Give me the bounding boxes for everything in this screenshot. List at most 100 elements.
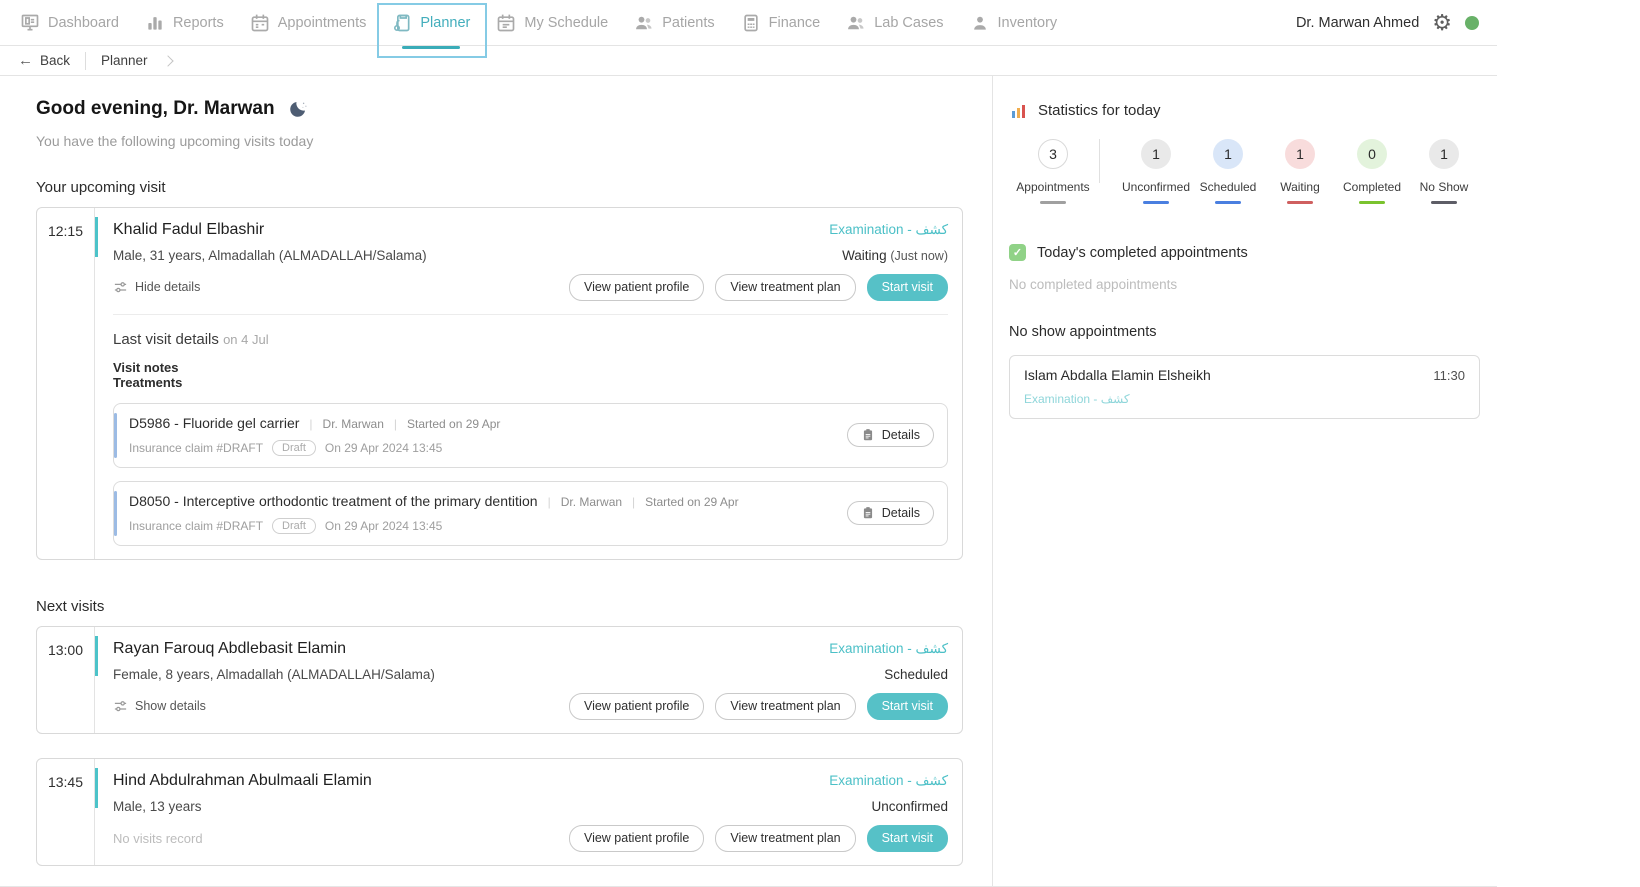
back-button[interactable]: ← Back — [18, 52, 70, 69]
no-visits-record: No visits record — [113, 831, 203, 846]
stat-waiting: 1 Waiting — [1264, 139, 1336, 204]
nav-tab-label: Inventory — [998, 15, 1058, 31]
nav-tab-patients[interactable]: Patients — [634, 13, 714, 33]
patient-name: Rayan Farouq Abdlebasit Elamin — [113, 640, 346, 658]
inventory-icon — [970, 13, 990, 33]
nav-tab-lab-cases[interactable]: Lab Cases — [846, 13, 943, 33]
patient-demographics: Female, 8 years, Almadallah (ALMADALLAH/… — [113, 667, 435, 682]
visit-status: Waiting (Just now) — [842, 248, 948, 263]
online-status-dot — [1465, 16, 1479, 30]
details-label: Details — [882, 428, 920, 442]
stat-label: Scheduled — [1200, 180, 1257, 194]
stat-unconfirmed: 1 Unconfirmed — [1120, 139, 1192, 204]
view-treatment-plan-button[interactable]: View treatment plan — [715, 693, 855, 720]
breadcrumb: ← Back Planner — [0, 46, 1497, 76]
check-icon: ✓ — [1009, 244, 1026, 261]
stat-value: 1 — [1285, 139, 1315, 169]
nav-tab-label: Lab Cases — [874, 15, 943, 31]
stat-underline — [1143, 201, 1169, 204]
nav-tab-my-schedule[interactable]: My Schedule — [496, 13, 608, 33]
toggle-label: Hide details — [135, 280, 200, 294]
settings-gear-icon[interactable]: ⚙ — [1432, 12, 1452, 34]
planner-column: Good evening, Dr. Marwan You have the fo… — [0, 76, 992, 886]
breadcrumb-divider — [85, 52, 86, 70]
nav-tab-finance[interactable]: Finance — [741, 13, 821, 33]
nav-tab-reports[interactable]: Reports — [145, 13, 224, 33]
breadcrumb-current: Planner — [101, 53, 148, 68]
top-navigation: Dashboard Reports Appointments Planner — [0, 0, 1497, 46]
nav-tab-label: Appointments — [278, 15, 367, 31]
nav-tab-inventory[interactable]: Inventory — [970, 13, 1058, 33]
visit-card: 13:45 Hind Abdulrahman Abulmaali Elamin … — [36, 758, 963, 866]
tune-icon — [113, 280, 128, 295]
moon-icon — [287, 99, 308, 120]
schedule-icon — [496, 13, 516, 33]
user-name: Dr. Marwan Ahmed — [1296, 15, 1419, 31]
nav-tab-dashboard[interactable]: Dashboard — [20, 13, 119, 33]
start-visit-button[interactable]: Start visit — [867, 825, 948, 852]
nav-tab-label: Dashboard — [48, 15, 119, 31]
planner-page: Dashboard Reports Appointments Planner — [0, 0, 1497, 887]
start-visit-button[interactable]: Start visit — [867, 693, 948, 720]
nav-tab-planner[interactable]: Planner — [392, 13, 470, 33]
last-visit-details: Last visit details on 4 Jul Visit notes … — [113, 314, 948, 546]
visit-card: 13:00 Rayan Farouq Abdlebasit Elamin Exa… — [36, 626, 963, 734]
toggle-label: Show details — [135, 699, 206, 713]
details-label: Details — [882, 506, 920, 520]
calendar-icon — [250, 13, 270, 33]
visit-card: 12:15 Khalid Fadul Elbashir Examination … — [36, 207, 963, 560]
show-details-toggle[interactable]: Show details — [113, 699, 206, 714]
clipboard-icon — [861, 428, 875, 442]
patient-demographics: Male, 13 years — [113, 799, 202, 814]
stat-completed: 0 Completed — [1336, 139, 1408, 204]
separator: | — [632, 495, 635, 509]
view-patient-profile-button[interactable]: View patient profile — [569, 274, 704, 301]
no-show-appointment-card: Islam Abdalla Elamin Elsheikh 11:30 Exam… — [1009, 355, 1480, 419]
treatment-card: D5986 - Fluoride gel carrier | Dr. Marwa… — [113, 403, 948, 468]
view-treatment-plan-button[interactable]: View treatment plan — [715, 825, 855, 852]
nav-tab-label: My Schedule — [524, 15, 608, 31]
separator: | — [548, 495, 551, 509]
visit-status: Scheduled — [884, 667, 948, 682]
visit-time: 12:15 — [37, 208, 95, 559]
stat-underline — [1215, 201, 1241, 204]
visit-type: Examination - كشف — [829, 222, 948, 238]
page-title: Good evening, Dr. Marwan — [36, 98, 275, 120]
visit-status: Unconfirmed — [871, 799, 948, 814]
stat-label: Waiting — [1280, 180, 1320, 194]
finance-icon — [741, 13, 761, 33]
upcoming-section-title: Your upcoming visit — [36, 179, 963, 196]
statistics-row: 3 Appointments 1 Unconfirmed 1 Scheduled… — [1011, 139, 1480, 204]
no-show-patient-name: Islam Abdalla Elamin Elsheikh — [1024, 367, 1211, 383]
treatment-started: Started on 29 Apr — [645, 495, 738, 509]
treatment-details-button[interactable]: Details — [847, 501, 934, 525]
treatment-title: D5986 - Fluoride gel carrier — [129, 415, 299, 431]
breadcrumb-chevron-icon — [162, 55, 173, 66]
stat-value: 3 — [1038, 139, 1068, 169]
no-completed-appointments-text: No completed appointments — [1009, 277, 1480, 292]
planner-icon — [392, 13, 412, 33]
insurance-claim: Insurance claim #DRAFT — [129, 441, 263, 455]
main-content: Good evening, Dr. Marwan You have the fo… — [0, 76, 1497, 887]
nav-tab-label: Reports — [173, 15, 224, 31]
stat-scheduled: 1 Scheduled — [1192, 139, 1264, 204]
bar-chart-icon — [1011, 103, 1027, 119]
no-show-time: 11:30 — [1433, 368, 1465, 383]
view-treatment-plan-button[interactable]: View treatment plan — [715, 274, 855, 301]
nav-tab-appointments[interactable]: Appointments — [250, 13, 367, 33]
draft-badge: Draft — [272, 518, 316, 534]
treatment-doctor: Dr. Marwan — [561, 495, 622, 509]
patient-demographics: Male, 31 years, Almadallah (ALMADALLAH/S… — [113, 248, 427, 263]
view-patient-profile-button[interactable]: View patient profile — [569, 693, 704, 720]
patient-name: Hind Abdulrahman Abulmaali Elamin — [113, 772, 372, 790]
reports-icon — [145, 13, 165, 33]
user-area: Dr. Marwan Ahmed ⚙ — [1296, 12, 1479, 34]
stat-value: 1 — [1213, 139, 1243, 169]
view-patient-profile-button[interactable]: View patient profile — [569, 825, 704, 852]
treatment-started: Started on 29 Apr — [407, 417, 500, 431]
stat-underline — [1359, 201, 1385, 204]
treatment-details-button[interactable]: Details — [847, 423, 934, 447]
start-visit-button[interactable]: Start visit — [867, 274, 948, 301]
separator: | — [394, 417, 397, 431]
hide-details-toggle[interactable]: Hide details — [113, 280, 200, 295]
